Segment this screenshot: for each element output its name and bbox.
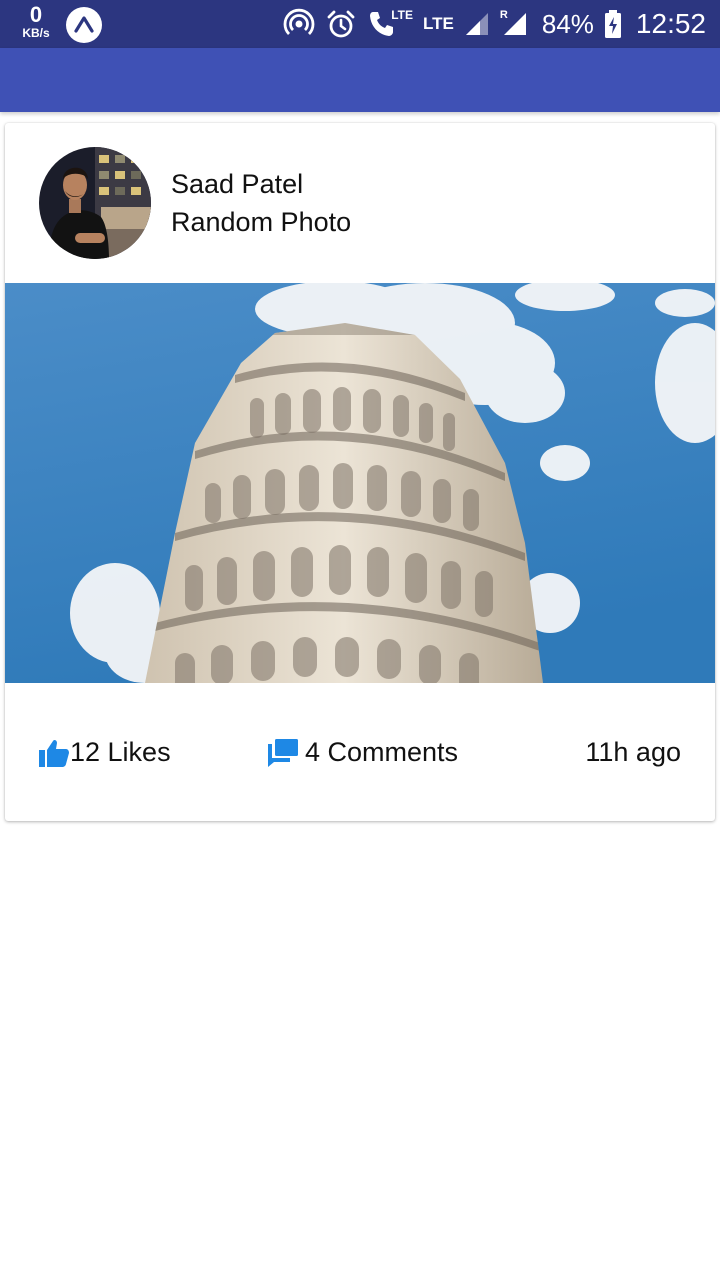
post-card[interactable]: Saad Patel Random Photo 12 Likes 4 Comme… (5, 123, 715, 821)
thumbs-up-icon (38, 738, 70, 768)
signal-icon (464, 11, 490, 37)
comments-button[interactable]: 4 Comments (267, 737, 458, 768)
network-speed-unit: KB/s (22, 26, 50, 40)
expo-icon (66, 7, 102, 43)
author-name[interactable]: Saad Patel (171, 169, 303, 200)
likes-count: 12 Likes (70, 737, 171, 767)
post-caption: Random Photo (171, 207, 352, 237)
volte-call-icon: LTE (367, 8, 414, 39)
battery-charging-icon (604, 9, 622, 39)
status-icons: LTE LTE R 84% 12:52 (283, 0, 706, 48)
avatar[interactable] (39, 147, 151, 259)
post-photo[interactable] (5, 283, 715, 683)
post-time: 11h ago (585, 737, 681, 767)
network-speed-value: 0 (29, 2, 43, 27)
hotspot-icon (283, 8, 315, 40)
app-bar (0, 48, 720, 112)
likes-button[interactable]: 12 Likes (38, 737, 171, 768)
comments-icon (267, 738, 299, 768)
post-header: Saad Patel Random Photo (5, 123, 715, 283)
post-footer: 12 Likes 4 Comments 11h ago (5, 683, 715, 821)
volte-lte-label: LTE (391, 8, 414, 22)
battery-percent: 84% (541, 8, 594, 39)
lte-label: LTE (423, 14, 454, 33)
status-bar: 0 KB/s LTE LTE R 84% 12:52 (0, 0, 720, 48)
alarm-icon (325, 8, 357, 40)
roaming-signal-icon: R (499, 9, 528, 37)
network-speed: 0 KB/s (16, 2, 56, 41)
comments-count: 4 Comments (305, 737, 459, 767)
roaming-label: R (499, 9, 508, 21)
clock: 12:52 (635, 8, 706, 39)
